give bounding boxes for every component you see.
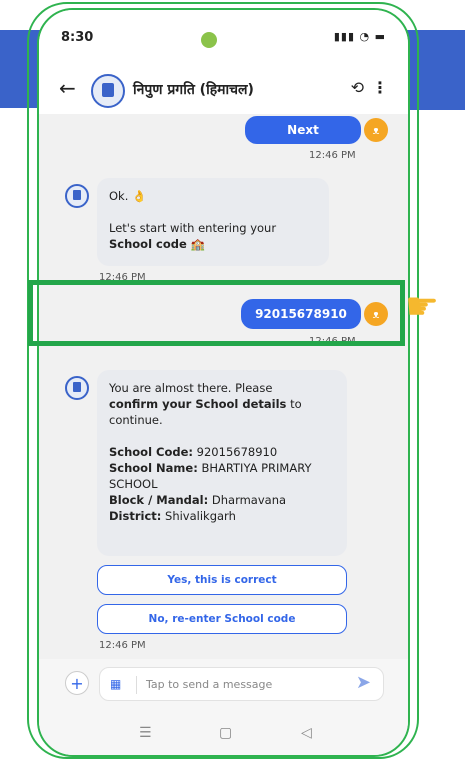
home-icon[interactable]: ▢	[219, 725, 232, 741]
block-label: Block / Mandal:	[109, 493, 209, 507]
bot-message-avatar	[65, 184, 89, 208]
status-bar: 8:30 ▮▮▮ ◔ ▬	[39, 10, 408, 66]
confirm-yes-button[interactable]: Yes, this is correct	[97, 565, 347, 595]
outgoing-next-text: Next	[287, 123, 319, 137]
chat-area: Next ᴥ 12:46 PM Ok. 👌 Let's start with e…	[39, 114, 408, 659]
district-value: Shivalikgarh	[165, 509, 236, 523]
app-bar: ← निपुण प्रगति (हिमाचल) ⟲ ⋮	[39, 66, 408, 114]
chat-title: निपुण प्रगति (हिमाचल)	[133, 82, 254, 98]
message-text: Ok. 👌	[109, 189, 147, 203]
block-value: Dharmavana	[211, 493, 287, 507]
district-label: District:	[109, 509, 162, 523]
school-code-label: School Code:	[109, 445, 194, 459]
message-input[interactable]: ▦ Tap to send a message ➤	[99, 667, 384, 701]
highlight-box	[28, 280, 405, 346]
outgoing-next-bubble: Next	[245, 116, 361, 144]
status-time: 8:30	[61, 30, 94, 45]
send-icon[interactable]: ➤	[356, 672, 371, 693]
incoming-message-1: Ok. 👌 Let's start with entering your Sch…	[97, 178, 329, 266]
message-bold-text: confirm your School details	[109, 397, 287, 411]
pointing-hand-icon: ☛	[405, 284, 440, 328]
bot-avatar	[91, 74, 125, 108]
share-icon[interactable]: ⟲	[351, 78, 364, 97]
user-avatar-icon: ᴥ	[364, 118, 388, 142]
message-text: You are almost there. Please	[109, 381, 273, 395]
message-text: Let's start with entering your	[109, 221, 277, 235]
recent-apps-icon[interactable]: ☰	[139, 725, 152, 741]
school-emoji: 🏫	[190, 237, 205, 251]
back-arrow-icon[interactable]: ←	[59, 76, 76, 100]
re-enter-code-button[interactable]: No, re-enter School code	[97, 604, 347, 634]
timestamp: 12:46 PM	[99, 640, 146, 651]
status-icons: ▮▮▮ ◔ ▬	[333, 30, 386, 43]
bot-message-avatar	[65, 376, 89, 400]
phone-screen: 8:30 ▮▮▮ ◔ ▬ ← निपुण प्रगति (हिमाचल) ⟲ ⋮…	[37, 8, 410, 757]
message-composer: + ▦ Tap to send a message ➤	[39, 659, 408, 711]
school-code-value: 92015678910	[196, 445, 278, 459]
school-name-label: School Name:	[109, 461, 198, 475]
overflow-menu-icon[interactable]: ⋮	[372, 78, 388, 97]
input-divider	[136, 676, 137, 694]
message-bold-text: School code	[109, 237, 187, 251]
back-nav-icon[interactable]: ◁	[301, 725, 312, 741]
camera-dot	[201, 32, 217, 48]
screenshot-stage: 8:30 ▮▮▮ ◔ ▬ ← निपुण प्रगति (हिमाचल) ⟲ ⋮…	[0, 0, 465, 761]
system-navigation-bar: ☰ ▢ ◁	[39, 711, 408, 755]
message-placeholder: Tap to send a message	[146, 678, 273, 691]
grid-menu-icon[interactable]: ▦	[110, 677, 121, 691]
timestamp: 12:46 PM	[309, 150, 356, 161]
add-attachment-button[interactable]: +	[65, 671, 89, 695]
incoming-message-2: You are almost there. Please confirm you…	[97, 370, 347, 556]
